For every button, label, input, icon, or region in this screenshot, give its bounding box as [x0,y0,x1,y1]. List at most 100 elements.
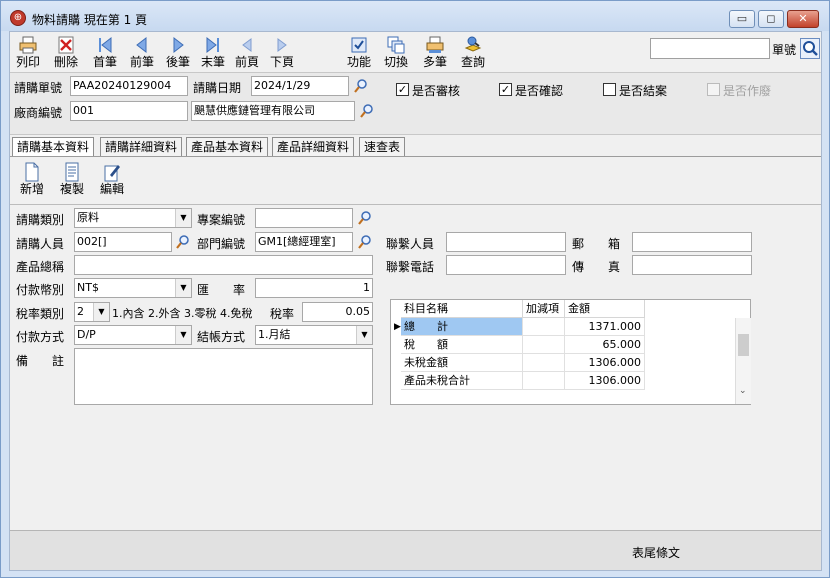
column-header-amount[interactable]: 金額 [565,300,645,318]
column-header-sign[interactable]: 加減項 [523,300,565,318]
payment-method-label: 付款方式 [16,330,65,344]
prev-page-label: 前頁 [234,55,259,69]
table-row-account[interactable]: 未稅金額 [401,354,523,372]
contact-phone-field[interactable] [446,255,566,275]
order-number-search-input[interactable] [650,38,770,59]
grid-vertical-scrollbar[interactable]: ⌄ [735,318,751,404]
prev-page-button[interactable]: 前頁 [227,33,267,73]
app-logo-icon: ⊕ [10,10,26,26]
tax-type-label: 稅率類別 [16,307,65,321]
requester-label: 請購人員 [16,237,65,251]
next-record-button[interactable]: 後筆 [158,33,198,73]
footer-text: 表尾條文 [632,546,681,560]
tab-bar: 請購基本資料 請購詳細資料 產品基本資料 產品詳細資料 速查表 [10,135,821,157]
project-number-field[interactable] [255,208,353,228]
column-header-account[interactable]: 科目名稱 [401,300,523,318]
requester-field[interactable]: 002[] [74,232,172,252]
next-page-button[interactable]: 下頁 [262,33,302,73]
copy-button[interactable]: 複製 [54,162,90,196]
edit-label: 編輯 [99,182,124,196]
window-title: 物料請購 現在第 1 頁 [32,13,148,27]
first-record-button[interactable]: 首筆 [85,33,125,73]
table-row-amount[interactable]: 1306.000 [565,372,645,390]
tab-product-detail[interactable]: 產品詳細資料 [272,137,355,157]
chevron-down-icon[interactable]: ▼ [175,279,191,297]
minimize-button[interactable]: ▭ [729,10,755,28]
new-document-icon [25,162,39,182]
tax-type-hint: 1.內含 2.外含 3.零稅 4.免稅 [112,307,253,320]
request-date-lookup-icon[interactable] [353,78,369,94]
tab-request-detail[interactable]: 請購詳細資料 [100,137,183,157]
remarks-textarea[interactable] [74,348,373,405]
table-row-sign[interactable] [523,372,565,390]
department-lookup-icon[interactable] [357,234,373,250]
multi-record-icon [426,36,444,53]
requester-lookup-icon[interactable] [175,234,191,250]
tab-quick-lookup[interactable]: 速查表 [359,137,406,157]
contact-person-label: 聯繫人員 [386,237,435,251]
is-reviewed-label: 是否審核 [412,84,461,98]
scrollbar-thumb[interactable] [738,334,749,356]
tax-rate-label: 稅率 [270,307,295,321]
is-closed-checkbox[interactable] [603,83,616,96]
contact-phone-label: 聯繫電話 [386,260,435,274]
exchange-rate-field[interactable]: 1 [255,278,373,298]
contact-person-field[interactable] [446,232,566,252]
scroll-down-icon[interactable]: ⌄ [739,386,747,396]
delete-button[interactable]: 刪除 [46,33,86,73]
prev-record-icon [136,36,147,54]
is-confirmed-checkbox[interactable]: ✓ [499,83,512,96]
switch-button[interactable]: 切換 [376,33,416,73]
chevron-down-icon[interactable]: ▼ [356,326,372,344]
last-record-icon [206,36,219,54]
first-record-label: 首筆 [92,55,117,69]
application-window: ⊕ 物料請購 現在第 1 頁 ▭ ◻ ✕ 列印 刪除 首筆 前筆 後筆 末筆 前… [0,0,830,578]
query-button[interactable]: 查詢 [453,33,493,73]
vendor-code-field[interactable]: 001 [70,101,188,121]
next-record-label: 後筆 [165,55,190,69]
is-voided-checkbox [707,83,720,96]
chevron-down-icon[interactable]: ▼ [93,303,109,321]
edit-document-icon [104,165,120,182]
table-row-amount[interactable]: 65.000 [565,336,645,354]
request-number-label: 請購單號 [14,81,63,95]
fax-label: 傳 真 [572,260,621,274]
tab-product-basic[interactable]: 產品基本資料 [186,137,269,157]
department-field[interactable]: GM1[總經理室] [255,232,353,252]
request-number-field[interactable]: PAA20240129004 [70,76,188,96]
footer-bar: 表尾條文 [10,530,821,570]
table-row-account[interactable]: 稅 額 [401,336,523,354]
email-field[interactable] [632,232,752,252]
vendor-lookup-icon[interactable] [359,103,375,119]
vendor-name-field[interactable]: 颶慧供應鏈管理有限公司 [191,101,355,121]
table-row-sign[interactable] [523,318,565,336]
table-row-sign[interactable] [523,336,565,354]
next-record-icon [173,36,184,54]
print-button[interactable]: 列印 [8,33,48,73]
prev-record-button[interactable]: 前筆 [122,33,162,73]
project-lookup-icon[interactable] [357,210,373,226]
table-row-amount[interactable]: 1371.000 [565,318,645,336]
close-button[interactable]: ✕ [787,10,819,28]
chevron-down-icon[interactable]: ▼ [175,209,191,227]
chevron-down-icon[interactable]: ▼ [175,326,191,344]
fax-field[interactable] [632,255,752,275]
request-date-field[interactable]: 2024/1/29 [251,76,349,96]
is-confirmed-label: 是否確認 [515,84,564,98]
vendor-code-label: 廠商編號 [14,106,63,120]
tax-rate-field[interactable]: 0.05 [302,302,373,322]
table-row-account[interactable]: 產品未稅合計 [401,372,523,390]
function-icon [351,37,367,53]
table-row-amount[interactable]: 1306.000 [565,354,645,372]
table-row-account[interactable]: 總 計 [401,318,523,336]
add-button[interactable]: 新增 [14,162,50,196]
tab-request-basic[interactable]: 請購基本資料 [12,137,95,157]
function-button[interactable]: 功能 [339,33,379,73]
table-row-sign[interactable] [523,354,565,372]
edit-button[interactable]: 編輯 [94,162,130,196]
search-button[interactable] [800,38,820,59]
is-reviewed-checkbox[interactable]: ✓ [396,83,409,96]
maximize-button[interactable]: ◻ [758,10,784,28]
multi-record-button[interactable]: 多筆 [415,33,455,73]
product-total-field[interactable] [74,255,373,275]
